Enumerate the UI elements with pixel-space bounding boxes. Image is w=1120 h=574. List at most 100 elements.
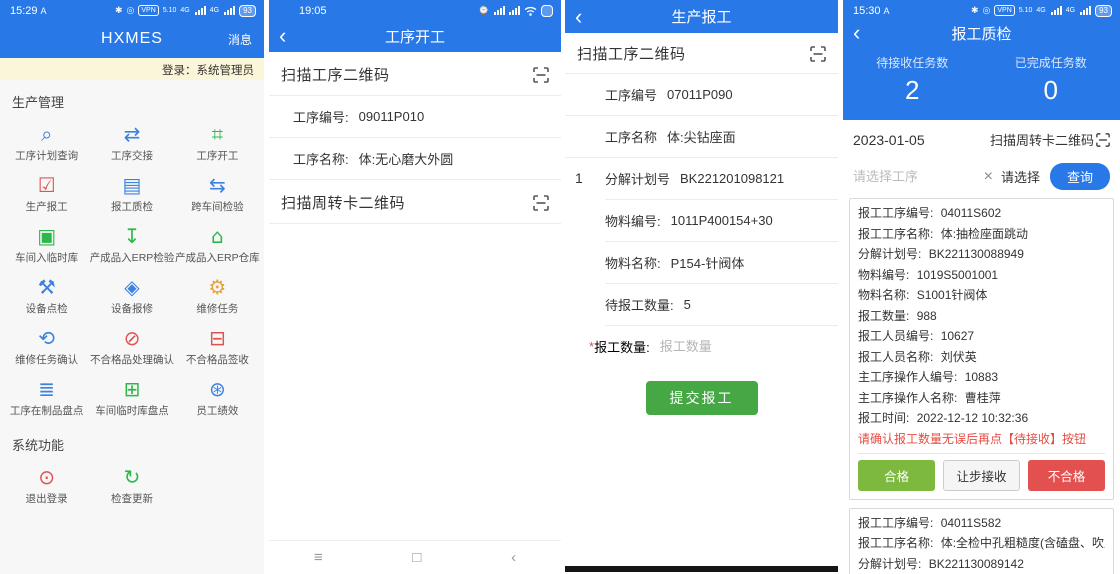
report-card: 报工工序编号: 04011S582 报工工序名称: 体:全检中孔粗糙度(含磕盘、… bbox=[849, 508, 1114, 574]
menu-item[interactable]: ◈ 设备报修 bbox=[89, 272, 174, 319]
menu-item-label: 员工绩效 bbox=[196, 403, 238, 418]
page-title: 生产报工 bbox=[565, 6, 838, 27]
card-rows: 报工工序编号: 04011S582 报工工序名称: 体:全检中孔粗糙度(含磕盘、… bbox=[858, 513, 1105, 574]
nav-back-button[interactable]: ‹ bbox=[511, 549, 516, 566]
field-label: 报工数量: bbox=[594, 337, 650, 356]
field-value: 体:全检中孔粗糙度(含磕盘、吹风) bbox=[941, 536, 1105, 550]
concession-accept-button[interactable]: 让步接收 bbox=[943, 460, 1020, 491]
menu-item-icon: ⌕ bbox=[41, 123, 52, 145]
menu-item[interactable]: ▤ 报工质检 bbox=[89, 170, 174, 217]
search-button[interactable]: 查询 bbox=[1050, 163, 1110, 190]
card-row: 分解计划号: BK221130088949 bbox=[858, 244, 1105, 265]
menu-item[interactable]: ⇆ 跨车间检验 bbox=[175, 170, 260, 217]
menu-item[interactable]: ⚒ 设备点检 bbox=[4, 272, 89, 319]
field-value: 10627 bbox=[941, 329, 974, 343]
field-label: 工序编号: bbox=[293, 107, 349, 126]
statusbar: 15:29 A ✱ ◎ VPN 5.10 4G 4G 93 bbox=[0, 0, 264, 20]
field-value: 988 bbox=[917, 309, 937, 323]
recents-button[interactable]: ≡ bbox=[314, 549, 323, 566]
menu-item-icon: ⊟ bbox=[209, 327, 226, 349]
hd-voice-icon: A bbox=[884, 6, 890, 16]
panel-quality-inspection: 15:30 A ✱ ◎ VPN 5.10 4G 4G 93 ‹ 报工质检 bbox=[843, 0, 1120, 574]
field-label: 工序名称 bbox=[605, 127, 657, 146]
field-label: 主工序操作人编号: bbox=[858, 370, 957, 384]
report-qty-input[interactable] bbox=[660, 339, 770, 354]
menu-item[interactable]: ↻ 检查更新 bbox=[89, 462, 174, 509]
section-title-system: 系统功能 bbox=[0, 423, 264, 460]
notification-off-icon: ◎ bbox=[983, 5, 991, 16]
card-row: 主工序操作人编号: 10883 bbox=[858, 367, 1105, 388]
card-row: 报工数量: 988 bbox=[858, 306, 1105, 327]
clear-icon[interactable]: × bbox=[982, 168, 995, 186]
menu-item[interactable]: ↧ 产成品入ERP检验 bbox=[89, 221, 174, 268]
menu-item[interactable]: ⌕ 工序计划查询 bbox=[4, 119, 89, 166]
menu-item-label: 检查更新 bbox=[111, 491, 153, 506]
messages-link[interactable]: 消息 bbox=[228, 31, 252, 48]
field-process-name: 工序名称 体:尖钻座面 bbox=[565, 116, 838, 157]
home-button[interactable]: □ bbox=[412, 549, 421, 566]
field-label: 报工工序编号: bbox=[858, 516, 933, 530]
field-process-code: 工序编号 07011P090 bbox=[565, 74, 838, 115]
menu-item[interactable]: ⊘ 不合格品处理确认 bbox=[89, 323, 174, 370]
menu-item[interactable]: ⊛ 员工绩效 bbox=[175, 374, 260, 421]
scan-card-qr-link[interactable]: 扫描周转卡二维码 bbox=[990, 130, 1110, 149]
menu-item-label: 维修任务 bbox=[196, 301, 238, 316]
scan-process-qr-label: 扫描工序二维码 bbox=[577, 43, 686, 64]
card-rows: 报工工序编号: 04011S602 报工工序名称: 体:抽检座面跳动 分解计划号… bbox=[858, 203, 1105, 429]
menu-item-icon: ⚙ bbox=[208, 276, 226, 298]
task-stats: 待接收任务数 2 已完成任务数 0 bbox=[843, 46, 1120, 120]
menu-item-icon: ⇄ bbox=[124, 123, 141, 145]
menu-item[interactable]: ⊙ 退出登录 bbox=[4, 462, 89, 509]
row-index: 1 bbox=[575, 170, 583, 186]
menu-item-icon: ⇆ bbox=[209, 174, 226, 196]
menu-item-icon: ◈ bbox=[124, 276, 139, 298]
menu-item[interactable]: ⊞ 车间临时库盘点 bbox=[89, 374, 174, 421]
page-title: 工序开工 bbox=[269, 26, 561, 47]
divider bbox=[858, 453, 1105, 454]
menu-item[interactable]: ☑ 生产报工 bbox=[4, 170, 89, 217]
card-row: 主工序操作人名称: 曹桂萍 bbox=[858, 388, 1105, 409]
menu-item[interactable]: ⟲ 维修任务确认 bbox=[4, 323, 89, 370]
alarm-icon: ⌚ bbox=[478, 5, 489, 16]
process-filter-input[interactable] bbox=[853, 169, 976, 184]
section-title-production: 生产管理 bbox=[0, 80, 264, 117]
confirm-warning-text: 请确认报工数量无误后再点【待接收】按钮 bbox=[858, 429, 1105, 450]
unqualified-button[interactable]: 不合格 bbox=[1028, 460, 1105, 491]
system-menu-grid: ⊙ 退出登录 ↻ 检查更新 bbox=[0, 460, 264, 511]
scan-qr-icon[interactable] bbox=[533, 67, 549, 83]
field-label: 报工工序名称: bbox=[858, 536, 933, 550]
field-value: BK221201098121 bbox=[680, 171, 784, 186]
qualified-button[interactable]: 合格 bbox=[858, 460, 935, 491]
battery-icon: 93 bbox=[239, 5, 256, 17]
select-dropdown[interactable]: 请选择 bbox=[1001, 167, 1040, 186]
menu-item[interactable]: ⇄ 工序交接 bbox=[89, 119, 174, 166]
menu-item-label: 报工质检 bbox=[111, 199, 153, 214]
scan-qr-icon[interactable] bbox=[533, 195, 549, 211]
date-picker[interactable]: 2023-01-05 bbox=[853, 132, 925, 148]
field-label: 分解计划号: bbox=[858, 557, 921, 571]
field-process-name: 工序名称: 体:无心磨大外圆 bbox=[269, 138, 561, 179]
stat-value: 2 bbox=[843, 75, 982, 106]
submit-report-button[interactable]: 提交报工 bbox=[646, 381, 758, 415]
production-menu-grid: ⌕ 工序计划查询 ⇄ 工序交接 ⌗ 工序开工 ☑ 生产报工 bbox=[0, 117, 264, 423]
report-qty-field: * 报工数量: bbox=[565, 326, 838, 367]
menu-item-label: 跨车间检验 bbox=[191, 199, 244, 214]
scan-qr-icon[interactable] bbox=[810, 46, 826, 62]
menu-item[interactable]: ⊟ 不合格品签收 bbox=[175, 323, 260, 370]
menu-item[interactable]: ⌂ 产成品入ERP仓库 bbox=[175, 221, 260, 268]
field-value: BK221130089142 bbox=[929, 557, 1024, 571]
panel-process-start: 19:05 ⌚ ‹ 工序开工 扫描工序二维码 bbox=[269, 0, 561, 574]
menu-item[interactable]: ▣ 车间入临时库 bbox=[4, 221, 89, 268]
app-title: HXMES bbox=[0, 30, 264, 48]
field-row: 物料名称: P154-针阀体 bbox=[565, 242, 838, 283]
battery-icon bbox=[541, 5, 553, 17]
field-label: 物料名称: bbox=[858, 288, 909, 302]
field-label: 报工人员编号: bbox=[858, 329, 933, 343]
menu-item[interactable]: ⚙ 维修任务 bbox=[175, 272, 260, 319]
menu-item-label: 不合格品签收 bbox=[186, 352, 249, 367]
field-label: 待报工数量: bbox=[605, 295, 674, 314]
menu-item[interactable]: ⌗ 工序开工 bbox=[175, 119, 260, 166]
menu-item[interactable]: ≣ 工序在制品盘点 bbox=[4, 374, 89, 421]
card-row: 报工工序编号: 04011S602 bbox=[858, 203, 1105, 224]
menu-item-label: 产成品入ERP检验 bbox=[90, 250, 175, 265]
